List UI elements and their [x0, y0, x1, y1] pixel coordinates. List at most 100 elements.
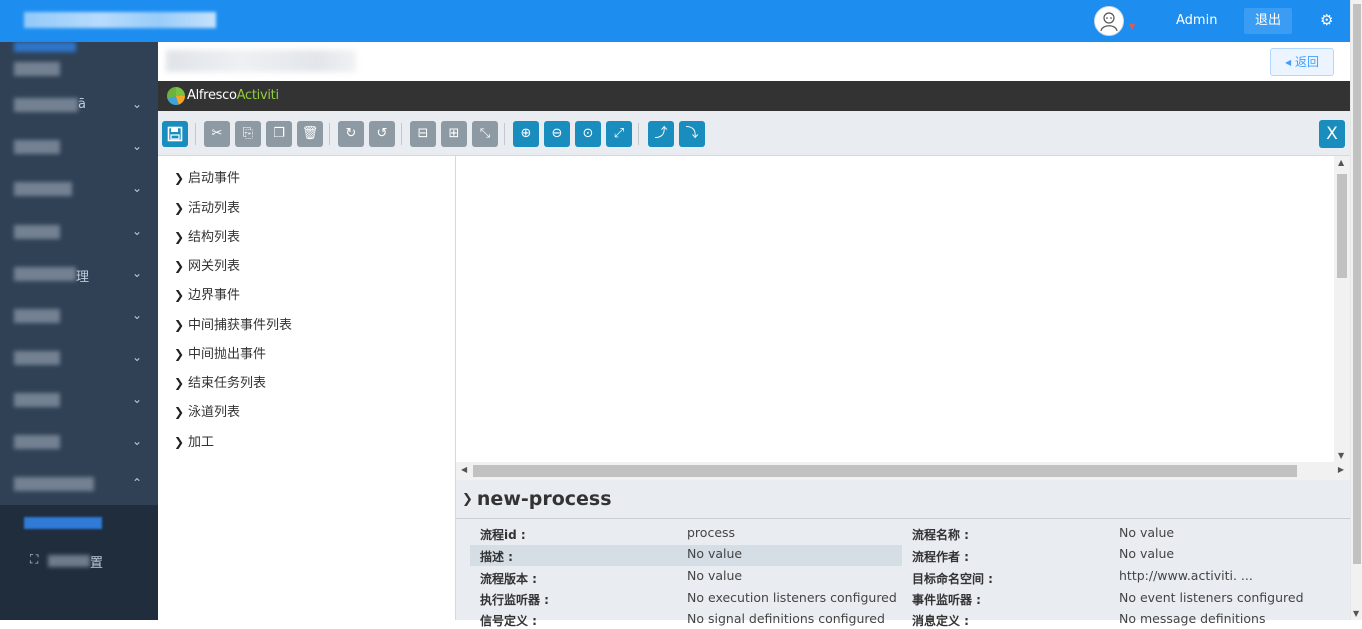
divider — [456, 518, 1350, 519]
zoom-out-icon[interactable]: ⊖ — [544, 121, 570, 147]
user-avatar[interactable] — [1094, 6, 1124, 36]
palette-group[interactable]: ❯ 加工 — [174, 431, 214, 450]
sidebar-item-10[interactable]: ⌄ — [0, 422, 158, 464]
palette-group[interactable]: ❯ 结束任务列表 — [174, 372, 266, 391]
palette-group-label: 泳道列表 — [188, 405, 241, 420]
property-value[interactable]: No execution listeners configured — [687, 590, 897, 605]
sidebar-item-label-blurred — [14, 351, 60, 365]
palette-group[interactable]: ❯ 边界事件 — [174, 284, 240, 303]
caret-left-icon: ◀ — [1285, 58, 1292, 67]
property-label: 流程id : — [480, 528, 526, 542]
delete-icon[interactable]: 🗑 — [297, 121, 323, 147]
sidebar-item-1[interactable] — [0, 42, 158, 84]
sidebar-item-7[interactable]: ⌄ — [0, 296, 158, 338]
chevron-right-icon: ❯ — [174, 201, 185, 215]
chevron-down-icon: ⌄ — [132, 266, 143, 280]
sidebar-item-label-blurred — [14, 62, 60, 76]
gear-icon[interactable]: ⚙ — [1320, 11, 1333, 29]
palette-group[interactable]: ❯ 中间捕获事件列表 — [174, 314, 292, 333]
sidebar-item-11-expanded[interactable]: ⌃ — [0, 464, 158, 506]
sidebar-item-4[interactable]: ⌄ — [0, 212, 158, 254]
same-size-icon[interactable]: ⤡ — [472, 121, 498, 147]
palette-group[interactable]: ❯ 结构列表 — [174, 226, 240, 245]
logo-sub-text: Activiti — [236, 88, 279, 103]
canvas-horizontal-scrollbar[interactable]: ◀ ▶ — [456, 462, 1350, 480]
paste-icon[interactable]: ❐ — [266, 121, 292, 147]
canvas-vertical-scrollbar[interactable]: ▲ ▼ — [1334, 156, 1350, 462]
scroll-up-arrow-icon[interactable]: ▲ — [1338, 158, 1344, 167]
property-label: 流程名称 : — [912, 528, 969, 542]
toolbar-divider — [329, 123, 330, 145]
scroll-left-arrow-icon[interactable]: ◀ — [461, 465, 467, 474]
palette-group[interactable]: ❯ 启动事件 — [174, 167, 240, 186]
palette-group[interactable]: ❯ 中间抛出事件 — [174, 343, 266, 362]
sidebar-item-label-blurred — [14, 477, 94, 491]
align-horizontal-icon[interactable]: ⊞ — [441, 121, 467, 147]
back-button[interactable]: ◀ 返回 — [1270, 48, 1334, 76]
redo-icon[interactable]: ↻ — [338, 121, 364, 147]
username[interactable]: Admin — [1176, 13, 1217, 28]
palette-group[interactable]: ❯ 泳道列表 — [174, 401, 240, 420]
sidebar-item-9[interactable]: ⌄ — [0, 380, 158, 422]
canvas-vertical-scrollbar-thumb[interactable] — [1337, 174, 1347, 278]
property-value[interactable]: process — [687, 525, 735, 540]
chevron-right-icon: ❯ — [174, 405, 185, 419]
sidebar-item-8[interactable]: ⌄ — [0, 338, 158, 380]
sidebar-item-5[interactable]: ⌄ — [0, 169, 158, 211]
zoom-fit-icon[interactable]: ⤢ — [606, 121, 632, 147]
sidebar-subitem-label-tail[interactable]: 置 — [90, 552, 103, 571]
save-icon[interactable] — [162, 121, 188, 147]
sidebar-item-2[interactable]: ā ⌄ — [0, 85, 158, 127]
palette-group-label: 结构列表 — [188, 230, 241, 245]
property-value[interactable]: http://www.activiti. ... — [1119, 568, 1253, 583]
property-value[interactable]: No value — [687, 568, 742, 583]
sidebar-item-label-blurred — [14, 267, 76, 281]
property-value[interactable]: No value — [687, 546, 742, 561]
logout-button[interactable]: 退出 — [1244, 8, 1292, 34]
close-editor-button[interactable]: X — [1319, 120, 1345, 148]
zoom-actual-icon[interactable]: ⊙ — [575, 121, 601, 147]
sidebar-item-3[interactable]: ⌄ — [0, 127, 158, 169]
sidebar-subitem-active-blurred[interactable] — [24, 517, 102, 529]
caret-down-icon[interactable]: ▼ — [1129, 22, 1135, 31]
align-vertical-icon[interactable]: ⊟ — [410, 121, 436, 147]
scroll-down-arrow-icon[interactable]: ▼ — [1353, 609, 1359, 618]
property-label: 执行监听器 : — [480, 593, 549, 607]
scroll-right-arrow-icon[interactable]: ▶ — [1338, 465, 1344, 474]
chevron-right-icon: ❯ — [174, 171, 185, 185]
properties-panel: ❯ new-process 流程id : process 流程名称 : No va… — [456, 480, 1350, 628]
property-value[interactable]: No value — [1119, 546, 1174, 561]
palette-group[interactable]: ❯ 活动列表 — [174, 197, 240, 216]
undo-icon[interactable]: ↺ — [369, 121, 395, 147]
sitemap-icon: ⛶ — [30, 552, 39, 566]
logo-main-text: Alfresco — [187, 88, 237, 103]
page-scrollbar[interactable]: ▼ — [1350, 0, 1362, 620]
palette-group[interactable]: ❯ 网关列表 — [174, 255, 240, 274]
palette-group-label: 结束任务列表 — [188, 376, 267, 391]
diagram-canvas[interactable] — [456, 156, 1334, 462]
zoom-in-icon[interactable]: ⊕ — [513, 121, 539, 147]
property-label: 流程版本 : — [480, 572, 537, 586]
chevron-down-icon: ⌄ — [132, 224, 143, 238]
cut-icon[interactable]: ✂ — [204, 121, 230, 147]
canvas-horizontal-scrollbar-thumb[interactable] — [473, 465, 1297, 477]
sidebar-subitem-label-blurred[interactable] — [48, 555, 90, 567]
sidebar-item-label-blurred — [14, 182, 72, 196]
sidebar-item-6[interactable]: 理 ⌄ — [0, 254, 158, 296]
properties-title[interactable]: ❯ new-process — [462, 488, 612, 510]
palette-group-label: 边界事件 — [188, 288, 241, 303]
sidebar-item-label-blurred — [14, 140, 60, 154]
property-value[interactable]: No event listeners configured — [1119, 590, 1304, 605]
scroll-down-arrow-icon[interactable]: ▼ — [1338, 451, 1344, 460]
property-value[interactable]: No value — [1119, 525, 1174, 540]
sidebar-item-label-blurred — [14, 435, 60, 449]
sidebar-item-label-blurred — [14, 42, 76, 52]
copy-icon[interactable]: ⎘ — [235, 121, 261, 147]
property-value[interactable]: No signal definitions configured — [687, 611, 885, 626]
add-bendpoint-icon[interactable]: ⤴ — [648, 121, 674, 147]
remove-bendpoint-icon[interactable]: ⤵ — [679, 121, 705, 147]
page-scrollbar-thumb[interactable] — [1353, 4, 1361, 564]
sidebar-item-label-tail: ā — [78, 97, 86, 112]
editor-header: AlfrescoActiviti — [158, 81, 1350, 111]
property-value[interactable]: No message definitions — [1119, 611, 1265, 626]
